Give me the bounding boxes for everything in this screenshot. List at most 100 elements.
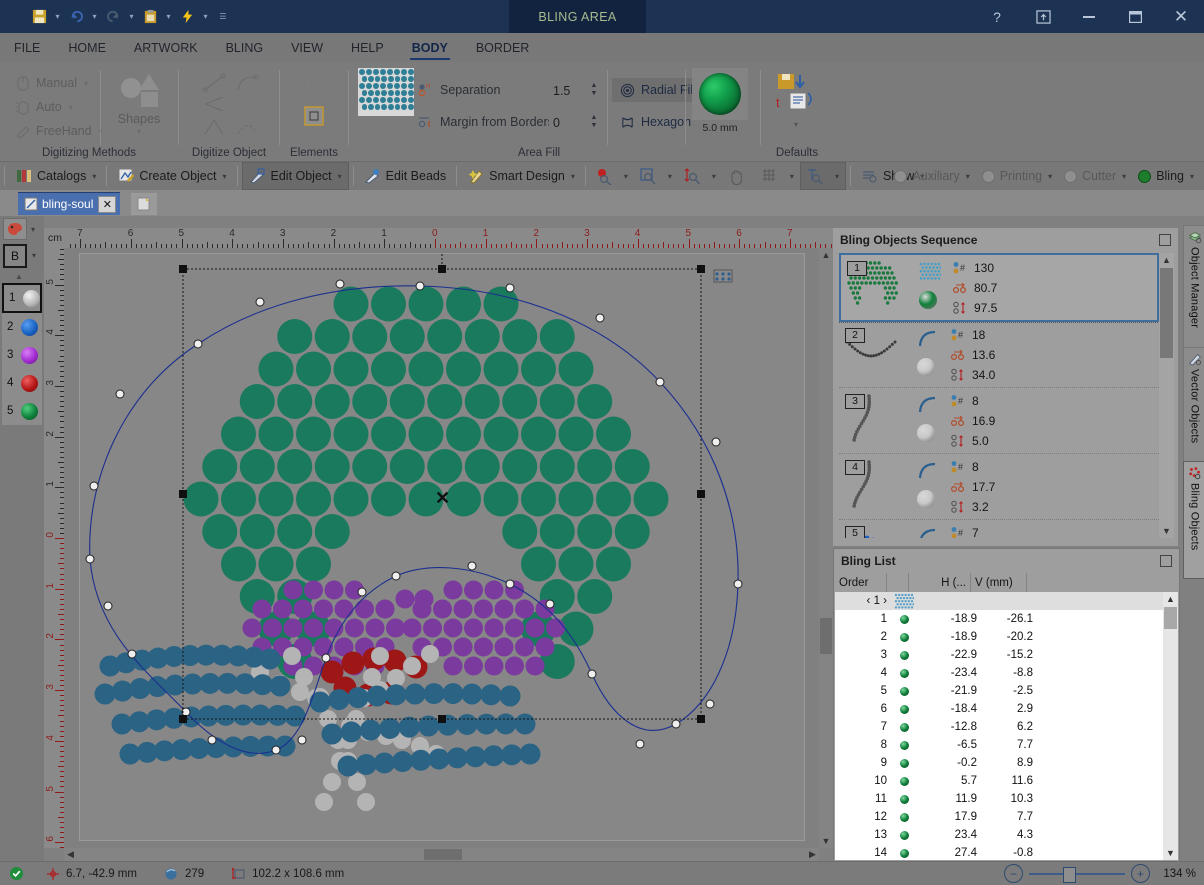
scroll-left-icon[interactable]: ◀ [64, 848, 77, 861]
sequence-list[interactable]: 1#13080.797.52#1813.634.03#816.95.04#817… [839, 253, 1159, 538]
curve-tool-icon[interactable] [234, 72, 262, 97]
column-v[interactable]: V (mm) [971, 573, 1027, 592]
horizontal-scroll-thumb[interactable] [424, 849, 462, 860]
ribbon-display-options-icon[interactable] [1020, 0, 1066, 33]
zoom-rect-tool[interactable]: ▾ [634, 163, 678, 189]
shapes-button[interactable]: Shapes ▾ [108, 70, 170, 144]
new-document-tab-button[interactable] [130, 192, 158, 216]
maximize-button[interactable] [1112, 0, 1158, 33]
column-order[interactable]: Order [835, 573, 887, 592]
quick-action-dropdown-icon[interactable]: ▾ [200, 4, 211, 30]
palette-bead-4[interactable]: 4 [2, 369, 42, 397]
layer-printing[interactable]: Printing ▾ [976, 163, 1058, 189]
tab-help[interactable]: HELP [337, 33, 398, 62]
bling-list-float-icon[interactable] [1160, 555, 1172, 567]
auto-tool[interactable]: Auto ▾ [14, 96, 73, 118]
horizontal-ruler[interactable]: cm 765432101234567 [44, 228, 833, 249]
bling-list-row[interactable]: 4-23.4-8.8 [835, 664, 1163, 682]
canvas-horizontal-scrollbar[interactable]: ◀ ▶ [64, 848, 819, 861]
bling-list-row[interactable]: 8-6.57.7 [835, 736, 1163, 754]
defaults-dropdown-icon[interactable]: ▾ [772, 120, 820, 129]
bling-list-rows[interactable]: ‹ 1 ›1-18.9-26.12-18.9-20.23-22.9-15.24-… [835, 592, 1163, 860]
palette-mode-dropdown-icon[interactable]: ▾ [32, 251, 36, 260]
bling-list-row[interactable]: 2-18.9-20.2 [835, 628, 1163, 646]
vtab-object-manager[interactable]: Object Manager [1183, 225, 1204, 351]
palette-bead-2[interactable]: 2 [2, 313, 42, 341]
palette-bead-3[interactable]: 3 [2, 341, 42, 369]
sequence-row[interactable]: 4#817.73.2 [839, 454, 1159, 520]
manual-dropdown-icon[interactable]: ▾ [84, 79, 88, 88]
create-object-button[interactable]: Create Object ▾ [111, 163, 232, 189]
tab-border[interactable]: BORDER [462, 33, 543, 62]
zoom-height-tool[interactable]: ▾ [678, 163, 722, 189]
bling-list-group-row[interactable]: ‹ 1 › [835, 592, 1163, 610]
vtab-bling-objects[interactable]: Bling Objects [1183, 461, 1204, 579]
bling-list-row[interactable]: 105.711.6 [835, 772, 1163, 790]
edit-object-dropdown-icon[interactable]: ▾ [338, 172, 342, 181]
grid-dropdown-icon[interactable]: ▾ [790, 172, 794, 181]
bling-list-row[interactable]: 1323.44.3 [835, 826, 1163, 844]
tab-home[interactable]: HOME [54, 33, 120, 62]
zoom-out-button[interactable]: − [1004, 864, 1023, 883]
zoom-marker-dropdown-icon[interactable]: ▾ [624, 172, 628, 181]
palette-bead-5[interactable]: 5 [2, 397, 42, 425]
smart-design-dropdown-icon[interactable]: ▾ [571, 172, 575, 181]
palette-bead-1[interactable]: 1 [2, 283, 42, 313]
bling-list-row[interactable]: 1111.910.3 [835, 790, 1163, 808]
vertical-ruler[interactable]: 543210123456 [44, 248, 65, 848]
design-page[interactable]: ✕ [79, 253, 805, 841]
arc-smooth-tool-icon[interactable] [234, 116, 262, 141]
contextual-tab-bling-area[interactable]: BLING AREA [509, 0, 646, 33]
bling-list-row[interactable]: 3-22.9-15.2 [835, 646, 1163, 664]
sequence-row[interactable]: 5#75.7 [839, 520, 1159, 538]
catalogs-button[interactable]: Catalogs ▾ [9, 163, 102, 189]
hexagon-fill-option[interactable]: Hexagon [612, 110, 704, 134]
palette-dropdown-icon[interactable]: ▾ [31, 225, 35, 234]
document-tab-close-icon[interactable]: ✕ [98, 196, 116, 213]
bling-list-row[interactable]: 7-12.86.2 [835, 718, 1163, 736]
close-button[interactable]: ✕ [1158, 0, 1204, 33]
vtab-vector-objects[interactable]: Vector Objects [1183, 347, 1204, 465]
measure-tool[interactable]: ▾ [800, 162, 846, 190]
redo-icon[interactable] [102, 4, 124, 30]
element-column-icon[interactable] [302, 72, 326, 99]
bling-list-row[interactable]: 1427.4-0.8 [835, 844, 1163, 860]
tab-artwork[interactable]: ARTWORK [120, 33, 212, 62]
sequence-scroll-up-icon[interactable]: ▲ [1159, 253, 1174, 267]
sequence-row[interactable]: 3#816.95.0 [839, 388, 1159, 454]
redo-dropdown-icon[interactable]: ▾ [126, 4, 137, 30]
shapes-dropdown-icon[interactable]: ▾ [137, 127, 141, 136]
minimize-button[interactable] [1066, 0, 1112, 33]
tab-view[interactable]: VIEW [277, 33, 337, 62]
sequence-scroll-thumb[interactable] [1160, 268, 1173, 358]
zoom-slider-track[interactable] [1029, 873, 1125, 875]
zoom-marker-tool[interactable]: ▾ [590, 163, 634, 189]
ruler-unit-label[interactable]: cm [44, 228, 66, 248]
paste-dropdown-icon[interactable]: ▾ [163, 4, 174, 30]
sequence-panel-float-icon[interactable] [1159, 234, 1171, 246]
document-tab-bling-soul[interactable]: bling-soul ✕ [18, 192, 120, 215]
quick-action-icon[interactable] [176, 4, 198, 30]
palette-mode-button[interactable]: B [3, 244, 27, 268]
pan-tool[interactable] [722, 163, 756, 189]
bling-list-scroll-down-icon[interactable]: ▼ [1163, 846, 1178, 860]
palette-scroll-up-icon[interactable]: ▲ [0, 272, 38, 281]
create-object-dropdown-icon[interactable]: ▾ [222, 172, 226, 181]
scroll-right-icon[interactable]: ▶ [806, 848, 819, 861]
bling-list-row[interactable]: 6-18.42.9 [835, 700, 1163, 718]
grid-tool[interactable]: ▾ [756, 163, 800, 189]
bling-artwork[interactable]: ✕ [80, 254, 804, 840]
cutter-dropdown-icon[interactable]: ▾ [1122, 172, 1126, 181]
bling-list-scroll-up-icon[interactable]: ▲ [1163, 592, 1178, 606]
measure-dropdown-icon[interactable]: ▾ [835, 172, 839, 181]
customize-toolbar-icon[interactable]: ☰ [213, 4, 233, 30]
separation-stepper[interactable]: ▲▼ [587, 80, 601, 100]
catalogs-dropdown-icon[interactable]: ▾ [92, 172, 96, 181]
bling-list-row[interactable]: 1-18.9-26.1 [835, 610, 1163, 628]
arc-tool-icon[interactable] [201, 116, 229, 141]
help-button[interactable]: ? [974, 0, 1020, 33]
smart-design-button[interactable]: Smart Design ▾ [461, 163, 581, 189]
paste-icon[interactable] [139, 4, 161, 30]
tab-bling[interactable]: BLING [212, 33, 278, 62]
canvas-vertical-scrollbar[interactable]: ▲ ▼ [819, 248, 833, 848]
